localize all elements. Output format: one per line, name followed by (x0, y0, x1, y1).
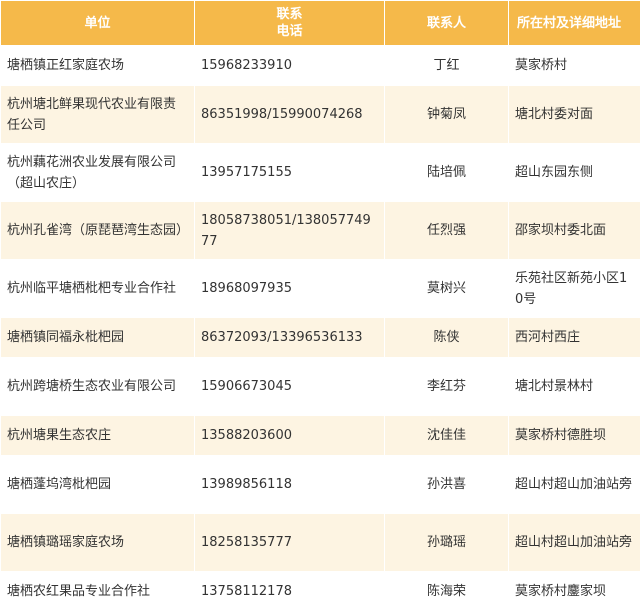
cell-contact: 任烈强 (385, 202, 509, 260)
cell-contact: 陈侠 (385, 318, 509, 358)
cell-unit: 杭州藕花洲农业发展有限公司（超山农庄） (1, 144, 195, 202)
cell-address: 塘北村景林村 (509, 358, 640, 416)
cell-unit: 塘栖农红果品专业合作社 (1, 572, 195, 612)
header-phone-text: 联系 电话 (276, 7, 302, 39)
cell-contact: 孙洪喜 (385, 456, 509, 514)
table-row: 杭州塘北鲜果现代农业有限责任公司86351998/15990074268钟菊凤塘… (1, 86, 640, 144)
cell-address: 超山村超山加油站旁 (509, 456, 640, 514)
table-row: 塘栖镇同福永枇杷园86372093/13396536133陈侠西河村西庄 (1, 318, 640, 358)
cell-contact: 丁红 (385, 46, 509, 86)
cell-address: 超山村超山加油站旁 (509, 514, 640, 572)
cell-phone: 15906673045 (195, 358, 385, 416)
cell-contact: 孙璐瑶 (385, 514, 509, 572)
cell-unit: 塘栖镇璐瑶家庭农场 (1, 514, 195, 572)
cell-phone: 86372093/13396536133 (195, 318, 385, 358)
header-address: 所在村及详细地址 (509, 1, 640, 46)
cell-address: 西河村西庄 (509, 318, 640, 358)
cell-address: 乐苑社区新苑小区10号 (509, 260, 640, 318)
table-row: 杭州孔雀湾（原琵琶湾生态园）18058738051/13805774977任烈强… (1, 202, 640, 260)
cell-address: 莫家桥村德胜坝 (509, 416, 640, 456)
cell-unit: 杭州塘北鲜果现代农业有限责任公司 (1, 86, 195, 144)
cell-unit: 杭州跨塘桥生态农业有限公司 (1, 358, 195, 416)
cell-address: 莫家桥村鏖家坝 (509, 572, 640, 612)
cell-phone: 18058738051/13805774977 (195, 202, 385, 260)
table-row: 塘栖农红果品专业合作社13758112178陈海荣莫家桥村鏖家坝 (1, 572, 640, 612)
cell-phone: 13957175155 (195, 144, 385, 202)
cell-contact: 陈海荣 (385, 572, 509, 612)
header-unit: 单位 (1, 1, 195, 46)
cell-phone: 18258135777 (195, 514, 385, 572)
cell-unit: 塘栖镇正红家庭农场 (1, 46, 195, 86)
cell-contact: 李红芬 (385, 358, 509, 416)
cell-address: 超山东园东侧 (509, 144, 640, 202)
header-phone: 联系 电话 (195, 1, 385, 46)
cell-phone: 13989856118 (195, 456, 385, 514)
cell-unit: 塘栖镇同福永枇杷园 (1, 318, 195, 358)
table-row: 杭州跨塘桥生态农业有限公司15906673045李红芬塘北村景林村 (1, 358, 640, 416)
cell-address: 邵家坝村委北面 (509, 202, 640, 260)
table-row: 塘栖镇璐瑶家庭农场18258135777孙璐瑶超山村超山加油站旁 (1, 514, 640, 572)
cell-address: 莫家桥村 (509, 46, 640, 86)
contacts-table: 单位 联系 电话 联系人 所在村及详细地址 塘栖镇正红家庭农场159682339… (0, 0, 640, 612)
cell-phone: 15968233910 (195, 46, 385, 86)
table-header: 单位 联系 电话 联系人 所在村及详细地址 (1, 1, 640, 46)
table-row: 塘栖镇正红家庭农场15968233910丁红莫家桥村 (1, 46, 640, 86)
cell-phone: 86351998/15990074268 (195, 86, 385, 144)
header-row: 单位 联系 电话 联系人 所在村及详细地址 (1, 1, 640, 46)
table-row: 杭州临平塘栖枇杷专业合作社18968097935莫树兴乐苑社区新苑小区10号 (1, 260, 640, 318)
cell-unit: 杭州塘果生态农庄 (1, 416, 195, 456)
table-row: 杭州藕花洲农业发展有限公司（超山农庄）13957175155陆培佩超山东园东侧 (1, 144, 640, 202)
cell-phone: 18968097935 (195, 260, 385, 318)
cell-address: 塘北村委对面 (509, 86, 640, 144)
cell-phone: 13758112178 (195, 572, 385, 612)
cell-contact: 沈佳佳 (385, 416, 509, 456)
cell-contact: 莫树兴 (385, 260, 509, 318)
cell-phone: 13588203600 (195, 416, 385, 456)
table-row: 塘栖蓬坞湾枇杷园13989856118孙洪喜超山村超山加油站旁 (1, 456, 640, 514)
cell-unit: 杭州孔雀湾（原琵琶湾生态园） (1, 202, 195, 260)
cell-contact: 钟菊凤 (385, 86, 509, 144)
table-body: 塘栖镇正红家庭农场15968233910丁红莫家桥村杭州塘北鲜果现代农业有限责任… (1, 46, 640, 612)
cell-contact: 陆培佩 (385, 144, 509, 202)
header-contact: 联系人 (385, 1, 509, 46)
table-row: 杭州塘果生态农庄13588203600沈佳佳莫家桥村德胜坝 (1, 416, 640, 456)
cell-unit: 杭州临平塘栖枇杷专业合作社 (1, 260, 195, 318)
cell-unit: 塘栖蓬坞湾枇杷园 (1, 456, 195, 514)
